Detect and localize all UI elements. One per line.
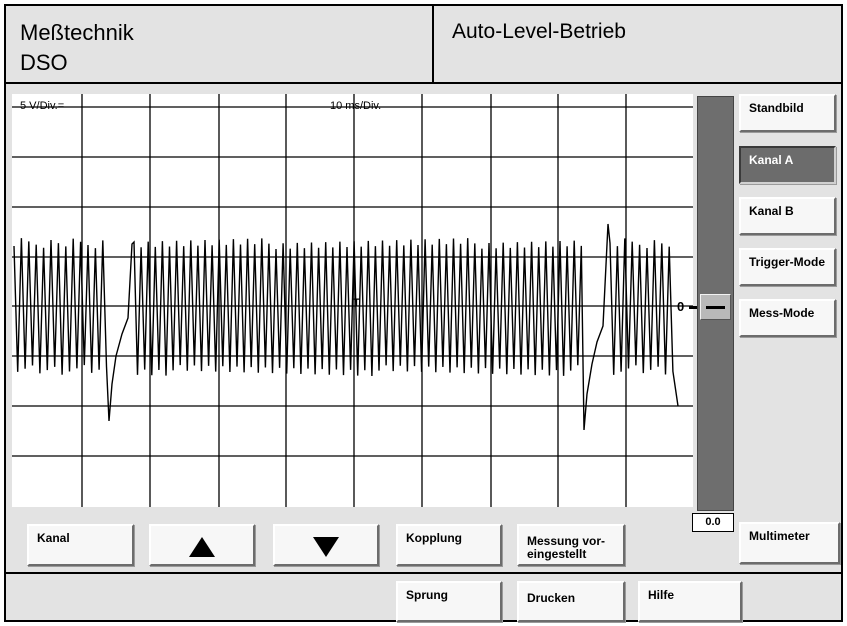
arrow-down-icon — [313, 537, 339, 557]
signal-trace — [13, 223, 679, 431]
standbild-button[interactable]: Standbild — [739, 94, 836, 132]
multimeter-button[interactable]: Multimeter — [739, 522, 840, 564]
arrow-up-button[interactable] — [149, 524, 255, 566]
trigger-mode-button[interactable]: Trigger-Mode — [739, 248, 836, 286]
hilfe-button[interactable]: Hilfe — [638, 581, 742, 622]
scope-canvas: T — [12, 94, 693, 507]
app-subtitle: DSO — [20, 50, 68, 75]
level-slider-handle[interactable] — [700, 294, 731, 320]
trigger-marker: T — [353, 297, 360, 309]
bottom-divider — [6, 572, 841, 574]
arrow-up-icon — [189, 537, 215, 557]
zero-level-tick — [689, 306, 697, 309]
arrow-down-button[interactable] — [273, 524, 379, 566]
app-title: Meßtechnik — [20, 20, 134, 45]
mode-label: Auto-Level-Betrieb — [452, 20, 626, 43]
kopplung-button[interactable]: Kopplung — [396, 524, 502, 566]
title-panel: Meßtechnik DSO — [6, 6, 434, 84]
oscilloscope-display: T 5 V/Div.= 10 ms/Div. — [12, 94, 693, 507]
volts-per-div-label: 5 V/Div.= — [20, 100, 65, 112]
kanal-a-button[interactable]: Kanal A — [739, 146, 836, 184]
kanal-button[interactable]: Kanal — [27, 524, 134, 566]
level-slider-value: 0.0 — [692, 513, 734, 532]
messung-label-line2: eingestellt — [527, 547, 587, 561]
kanal-b-button[interactable]: Kanal B — [739, 197, 836, 235]
time-per-div-label: 10 ms/Div. — [330, 100, 382, 112]
zero-level-marker: 0 — [677, 299, 685, 314]
mode-panel: Auto-Level-Betrieb — [434, 6, 841, 84]
drucken-button[interactable]: Drucken — [517, 581, 625, 622]
messung-voreingestellt-button[interactable]: Messung vor- eingestellt — [517, 524, 625, 566]
mess-mode-button[interactable]: Mess-Mode — [739, 299, 836, 337]
sprung-button[interactable]: Sprung — [396, 581, 502, 622]
